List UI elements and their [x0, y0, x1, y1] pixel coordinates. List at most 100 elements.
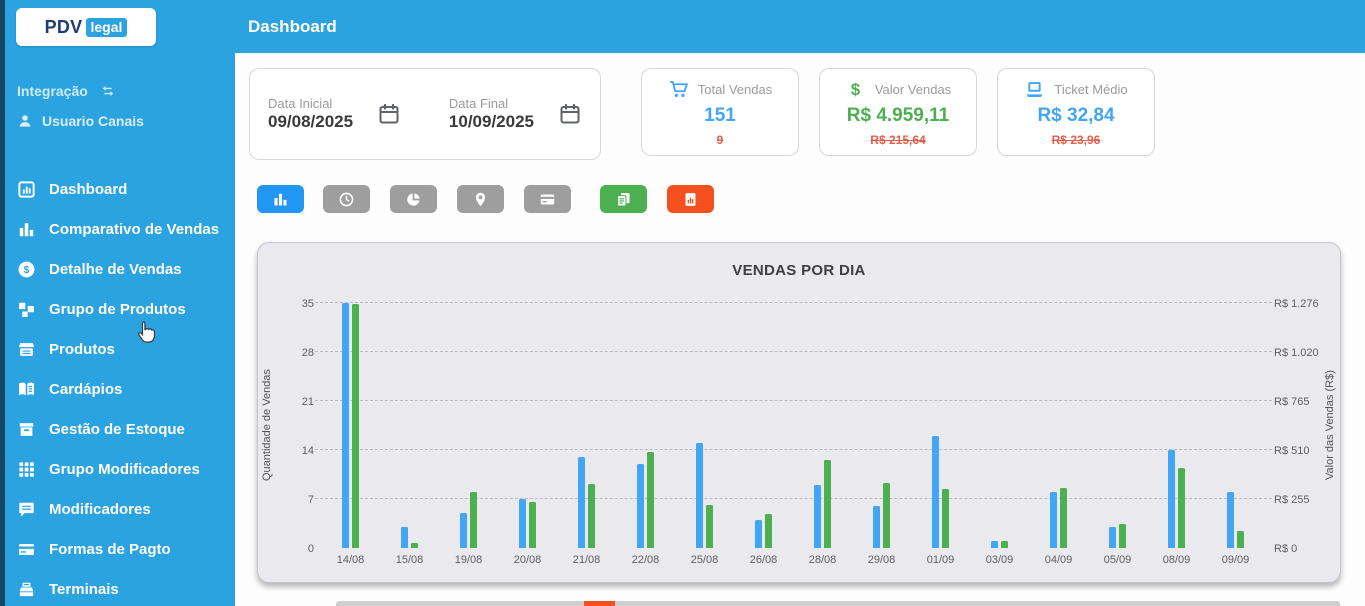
toolbar-bar-chart-button[interactable] [257, 185, 304, 213]
date-start-value[interactable]: 09/08/2025 [268, 112, 353, 132]
sidebar-menu: Dashboard Comparativo de Vendas $ Detalhe d… [0, 169, 235, 606]
clock-icon [338, 191, 355, 208]
date-end-label: Data Final [448, 96, 509, 111]
x-axis-tick-label: 01/09 [926, 554, 955, 566]
sidebar-item-comparativo-de-vendas[interactable]: Comparativo de Vendas [0, 209, 235, 249]
chart-plot-area: 14/08 15/08 19/08 20/08 21/08 22/08 25/08 26/08… [315, 302, 1272, 566]
chart-column-19-08 [439, 492, 498, 548]
left-axis-tick-label: 7 [307, 494, 314, 506]
chart-column-26-08 [734, 514, 793, 548]
bar-quantidade-de-vendas [696, 443, 703, 548]
x-axis-tick-label: 25/08 [690, 554, 719, 566]
sidebar-item-produtos[interactable]: Produtos [0, 329, 235, 369]
logo-text-pdv: PDV [44, 16, 83, 37]
left-axis-tick-label: 0 [307, 543, 314, 555]
credit-card-icon [17, 540, 36, 559]
left-axis-tick-label: 14 [301, 445, 314, 457]
sidebar-item-formas-de-pagto[interactable]: Formas de Pagto [0, 529, 235, 569]
bar-valor-das-vendas-r [1237, 530, 1244, 548]
chart-column-20-08 [498, 499, 557, 548]
sidebar-item-label: Produtos [49, 340, 115, 358]
right-axis-tick-label: R$ 255 [1274, 494, 1310, 506]
bar-quantidade-de-vendas [1168, 450, 1175, 548]
x-axis-tick-label: 08/09 [1162, 554, 1191, 566]
chart-column-01-09 [911, 436, 970, 548]
excel-export-icon [682, 191, 699, 208]
toolbar-credit-card-button[interactable] [524, 185, 571, 213]
toolbar-pdf-export-button[interactable] [600, 185, 647, 213]
stat-previous-value: R$ 215,64 [870, 133, 926, 147]
stat-previous-value: R$ 23,96 [1051, 133, 1101, 147]
bar-valor-das-vendas-r [352, 304, 359, 548]
sidebar-item-usuario-canais[interactable]: Usuario Canais [17, 113, 144, 129]
page-title: Dashboard [248, 16, 337, 36]
toolbar-clock-button[interactable] [323, 185, 370, 213]
chart-column-21-08 [557, 457, 616, 548]
bar-quantidade-de-vendas [991, 541, 998, 548]
left-axis-tick-label: 35 [301, 298, 314, 310]
toolbar-pie-chart-button[interactable] [390, 185, 437, 213]
bar-quantidade-de-vendas [873, 506, 880, 548]
sidebar: PDV legal Integração Usuario Canais Dash… [0, 0, 235, 606]
stats-row: Total Vendas 151 9 $ Valor Vendas R$ 4.959,11… [641, 68, 1155, 156]
grid-icon [17, 460, 36, 479]
stat-previous-value: 9 [716, 133, 724, 147]
chart-title: VENDAS POR DIA [732, 262, 866, 279]
ticket-icon [1024, 79, 1045, 100]
stat-value: 151 [704, 105, 736, 126]
sidebar-item-detalhe-de-vendas[interactable]: $ Detalhe de Vendas [0, 249, 235, 289]
bar-chart-icon [17, 220, 36, 239]
x-axis-tick-label: 03/09 [985, 554, 1014, 566]
user-icon [17, 113, 33, 129]
date-end-value[interactable]: 10/09/2025 [449, 112, 534, 132]
sidebar-item-grupo-de-produtos[interactable]: Grupo de Produtos [0, 289, 235, 329]
next-panel-orange-edge [584, 601, 615, 606]
sidebar-section-integracao[interactable]: Integração [17, 83, 116, 99]
stat-value: R$ 32,84 [1037, 105, 1115, 126]
sidebar-item-cardapios[interactable]: Cardápios [0, 369, 235, 409]
x-axis-tick-label: 05/09 [1103, 554, 1132, 566]
svg-text:$: $ [851, 80, 860, 99]
sidebar-item-label: Cardápios [49, 380, 123, 398]
sidebar-item-grupo-modificadores[interactable]: Grupo Modificadores [0, 449, 235, 489]
sidebar-item-gestao-de-estoque[interactable]: Gestão de Estoque [0, 409, 235, 449]
bar-chart-icon [272, 191, 289, 208]
chart-column-22-08 [616, 452, 675, 548]
gridline [315, 449, 1272, 450]
x-axis-tick-label: 28/08 [808, 554, 837, 566]
chart-column-29-08 [852, 482, 911, 548]
bar-valor-das-vendas-r [529, 501, 536, 548]
sidebar-item-label: Gestão de Estoque [49, 420, 185, 438]
sidebar-item-terminais[interactable]: Terminais [0, 569, 235, 606]
app-window: PDV legal Integração Usuario Canais Dash… [0, 0, 1365, 606]
sidebar-item-dashboard[interactable]: Dashboard [0, 169, 235, 209]
header-bar: Dashboard [235, 0, 1365, 53]
date-end-group: Data Final 10/09/2025 [449, 96, 582, 132]
sidebar-item-label: Usuario Canais [42, 113, 144, 129]
sidebar-item-modificadores[interactable]: Modificadores [0, 489, 235, 529]
calendar-icon[interactable] [558, 102, 582, 126]
stat-card-ticket-medio: Ticket Médio R$ 32,84 R$ 23,96 [997, 68, 1155, 156]
logo[interactable]: PDV legal [16, 8, 156, 46]
chart-column-04-09 [1029, 487, 1088, 548]
x-axis-tick-label: 21/08 [572, 554, 601, 566]
bar-valor-das-vendas-r [824, 459, 831, 548]
swap-arrows-icon [100, 83, 116, 99]
date-filter-card: Data Inicial 09/08/2025 Data Final 10/09… [249, 68, 601, 160]
right-axis-tick-label: R$ 765 [1274, 396, 1310, 408]
gridline [315, 400, 1272, 401]
location-pin-icon [472, 191, 489, 208]
date-start-label: Data Inicial [268, 96, 333, 111]
sidebar-item-label: Dashboard [49, 180, 128, 198]
toolbar-excel-export-button[interactable] [667, 185, 714, 213]
toolbar-location-pin-button[interactable] [457, 185, 504, 213]
sales-by-day-chart: VENDAS POR DIA Quantidade de Vendas Valo… [257, 242, 1341, 583]
sidebar-item-label: Terminais [49, 580, 119, 598]
bar-quantidade-de-vendas [342, 303, 349, 548]
calendar-icon[interactable] [377, 102, 401, 126]
gridline [315, 302, 1272, 303]
bar-valor-das-vendas-r [883, 482, 890, 548]
bar-valor-das-vendas-r [1060, 487, 1067, 548]
credit-card-icon [539, 191, 556, 208]
chart-column-14-08 [321, 303, 380, 548]
